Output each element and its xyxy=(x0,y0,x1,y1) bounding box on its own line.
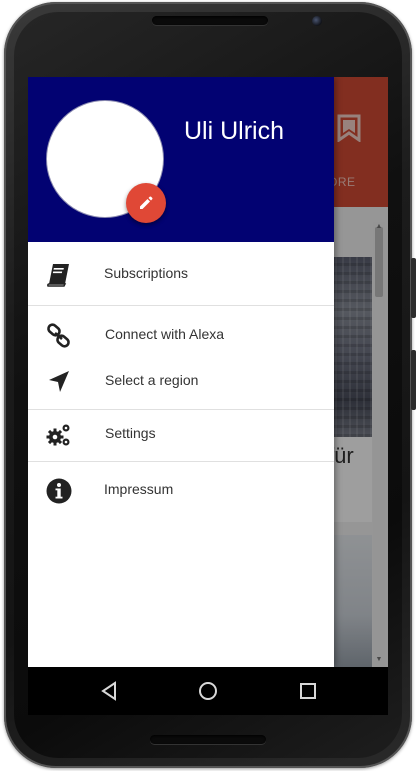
divider xyxy=(28,461,334,462)
info-icon xyxy=(46,478,72,504)
menu-item-select-region[interactable]: Select a region xyxy=(28,357,334,405)
divider xyxy=(28,305,334,306)
screen: ORE für ▲ ▼ Uli Ulrich Subscriptions Con… xyxy=(28,77,388,667)
navigation-arrow-icon xyxy=(49,371,69,392)
menu-item-connect-alexa[interactable]: Connect with Alexa xyxy=(28,311,334,359)
book-icon xyxy=(47,264,69,287)
menu-item-subscriptions[interactable]: Subscriptions xyxy=(28,250,334,298)
edit-profile-button[interactable] xyxy=(126,183,166,223)
navigation-drawer: Uli Ulrich Subscriptions Connect with Al… xyxy=(28,77,334,667)
menu-label-subscriptions: Subscriptions xyxy=(104,265,189,281)
home-icon[interactable] xyxy=(196,679,220,703)
user-name: Uli Ulrich xyxy=(184,117,284,145)
bottom-speaker xyxy=(150,735,266,744)
menu-label-select-region: Select a region xyxy=(105,372,199,388)
volume-button[interactable] xyxy=(411,258,416,318)
gears-icon xyxy=(46,424,70,446)
back-icon[interactable] xyxy=(97,679,121,703)
top-speaker xyxy=(152,16,268,25)
system-navigation-bar xyxy=(28,667,388,715)
link-icon xyxy=(47,323,70,348)
menu-label-connect-alexa: Connect with Alexa xyxy=(105,326,225,342)
recents-icon[interactable] xyxy=(296,679,320,703)
menu-item-impressum[interactable]: Impressum xyxy=(28,466,334,514)
menu-item-settings[interactable]: Settings xyxy=(28,410,334,458)
pencil-icon xyxy=(140,196,153,209)
menu-label-impressum: Impressum xyxy=(104,481,174,497)
front-camera xyxy=(312,16,322,26)
power-button[interactable] xyxy=(411,350,416,410)
drawer-header: Uli Ulrich xyxy=(28,77,334,242)
menu-label-settings: Settings xyxy=(105,425,156,441)
